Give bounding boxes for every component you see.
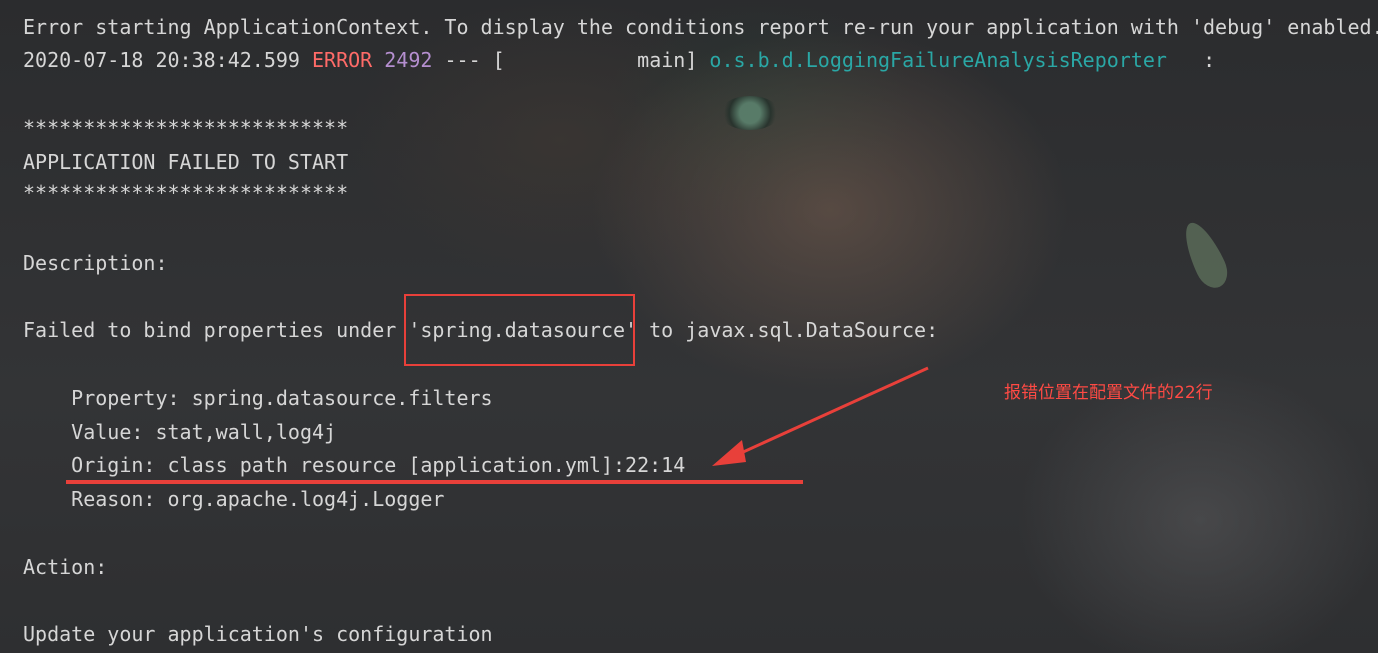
log-separator: --- [ (444, 48, 505, 72)
highlight-underline-origin (66, 480, 803, 484)
action-text: Update your application's configuration (23, 622, 493, 646)
stars-bottom: *************************** (23, 181, 349, 205)
wallpaper-eye-detail (720, 96, 780, 130)
log-level: ERROR (312, 48, 373, 72)
failed-bind-suffix: to javax.sql.DataSource: (637, 318, 939, 342)
console-line-error-start: Error starting ApplicationContext. To di… (23, 15, 1378, 39)
description-label: Description: (23, 251, 168, 275)
failed-bind-prefix: Failed to bind properties under (23, 318, 409, 342)
highlight-box-datasource (404, 294, 635, 366)
stars-top: *************************** (23, 116, 349, 140)
log-logger-link[interactable]: o.s.b.d.LoggingFailureAnalysisReporter (709, 48, 1167, 72)
log-tail: : (1166, 48, 1216, 72)
property-line: Property: spring.datasource.filters (23, 386, 493, 410)
origin-line: Origin: class path resource [application… (23, 453, 686, 477)
annotation-note: 报错位置在配置文件的22行 (1004, 383, 1213, 403)
value-line: Value: stat,wall,log4j (23, 420, 337, 444)
log-pid: 2492 (384, 48, 433, 72)
reason-line: Reason: org.apache.log4j.Logger (23, 487, 445, 511)
log-thread: main] (504, 48, 698, 72)
action-label: Action: (23, 555, 108, 579)
console-log-line: 2020-07-18 20:38:42.599 ERROR 2492 --- [… (23, 47, 1215, 73)
failed-title: APPLICATION FAILED TO START (23, 150, 349, 174)
log-timestamp: 2020-07-18 20:38:42.599 (23, 48, 300, 72)
